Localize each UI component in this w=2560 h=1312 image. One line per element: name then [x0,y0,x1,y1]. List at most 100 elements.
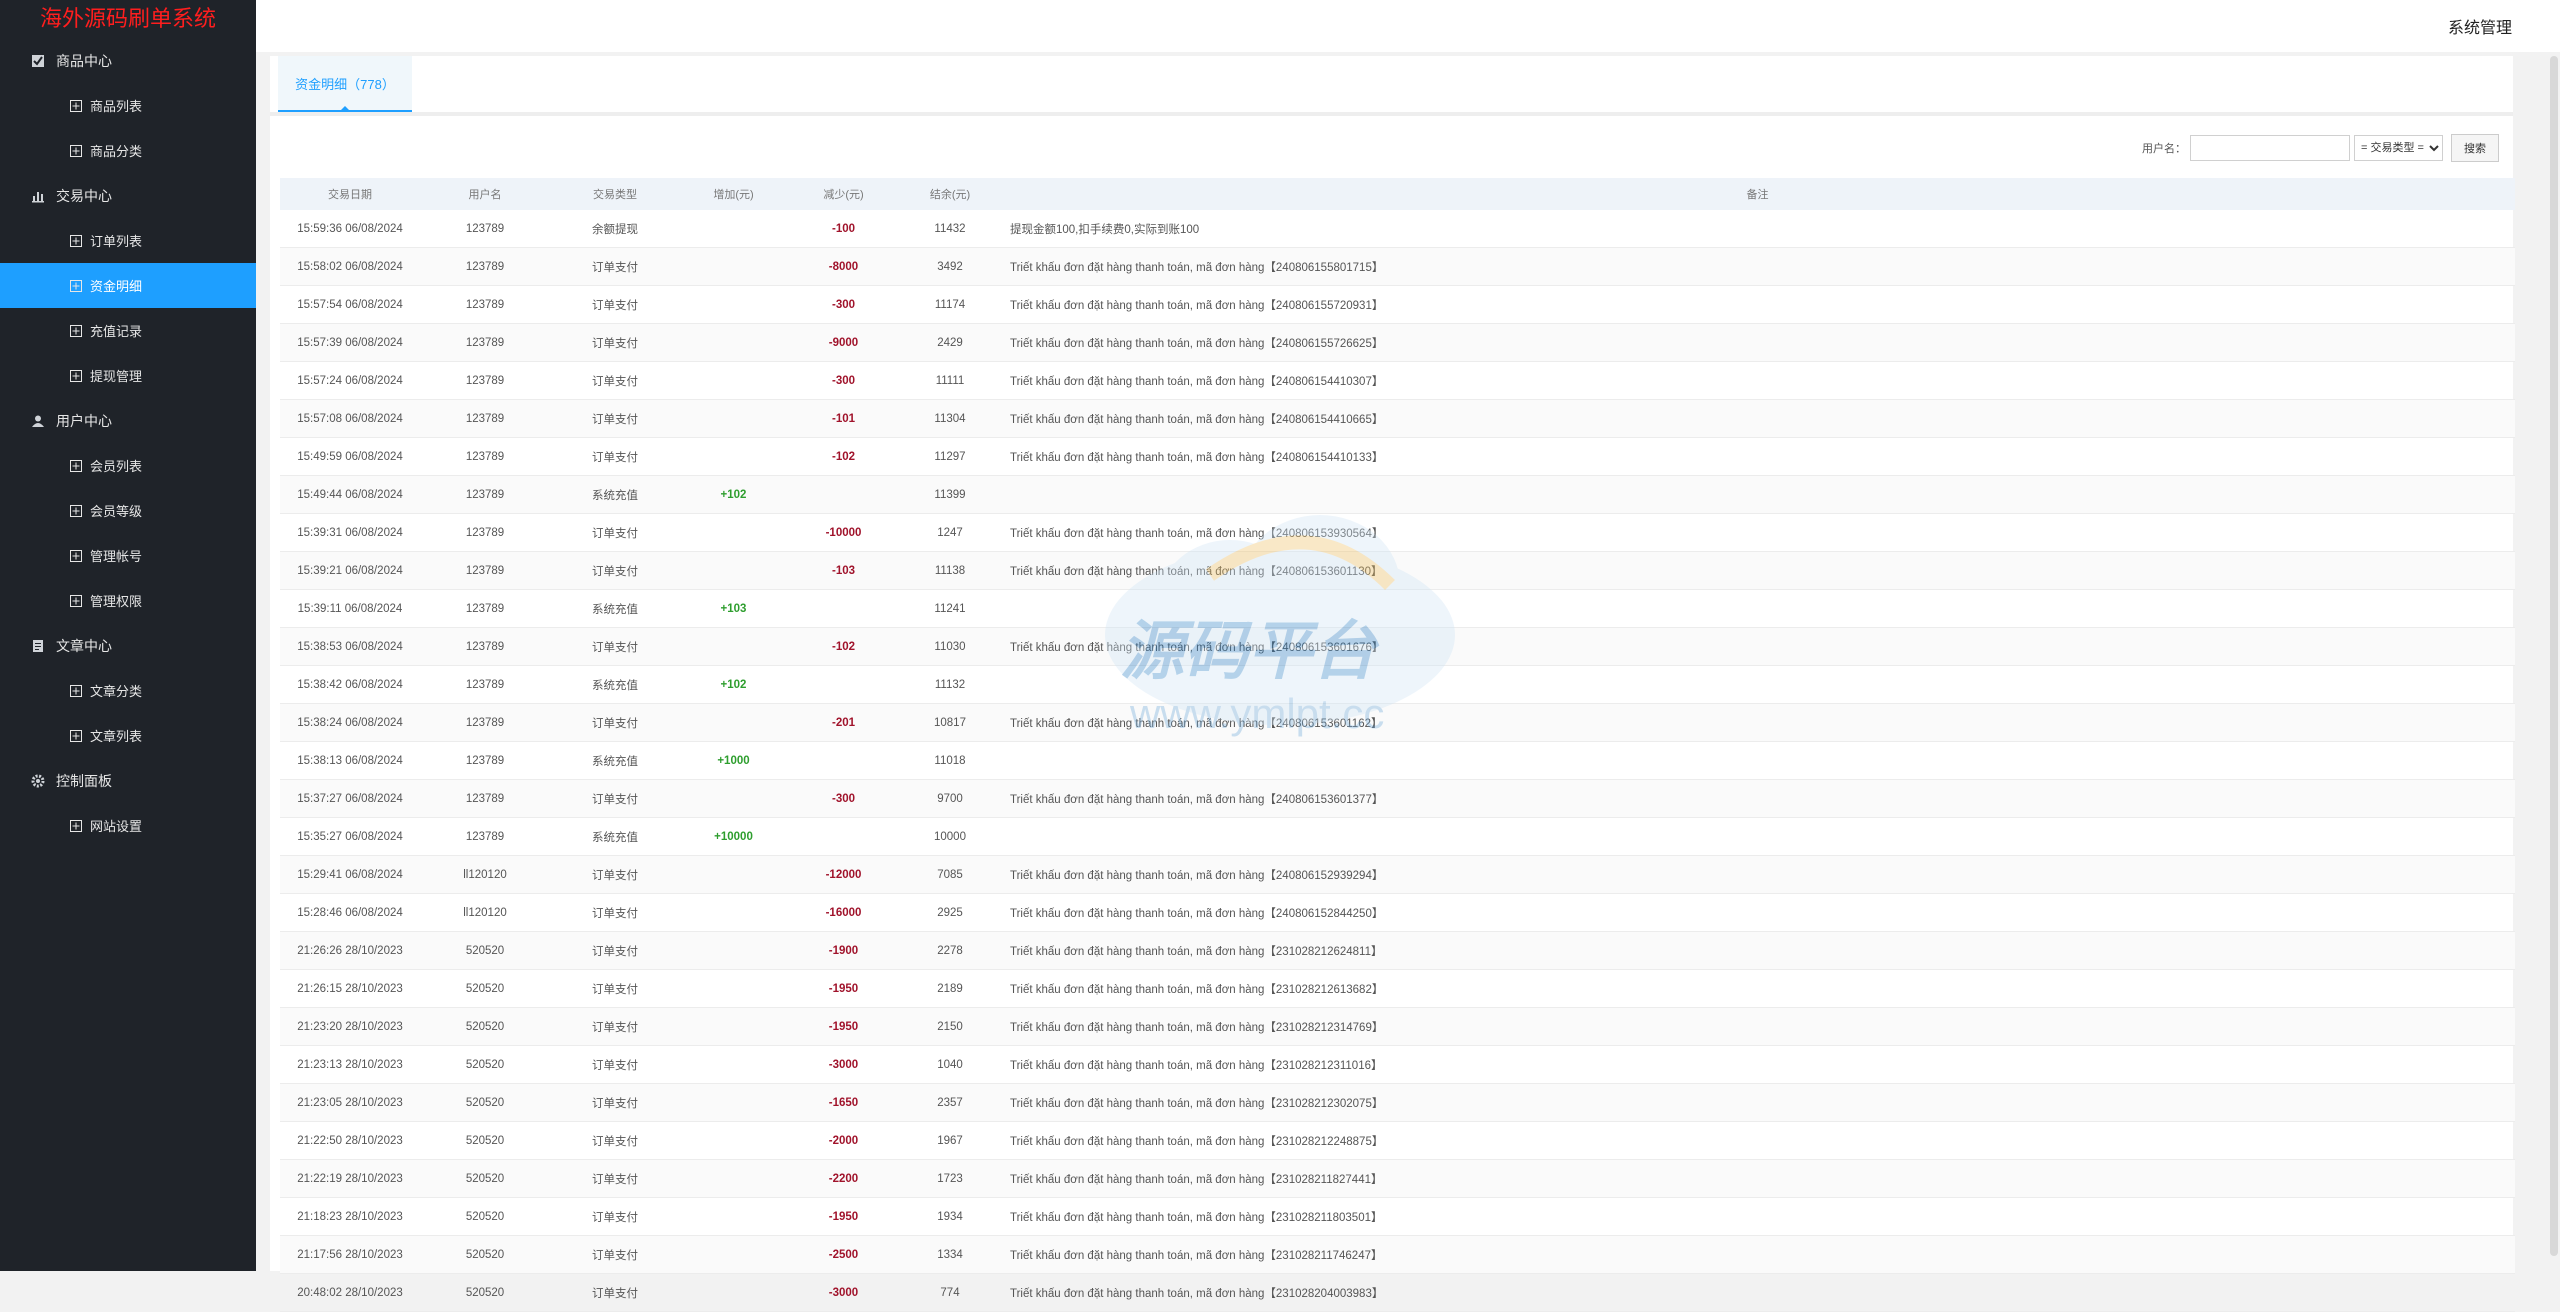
cell-balance: 1040 [937,1058,963,1071]
header-balance: 结余(元) [929,189,971,201]
cell-date: 15:59:36 06/08/2024 [297,222,403,235]
cell-increase: +102 [720,678,747,691]
cell-date: 21:22:19 28/10/2023 [297,1172,403,1185]
tab-fund-details[interactable]: 资金明细（778） [278,56,412,112]
cell-username: 123789 [465,640,505,653]
username-input[interactable] [2190,135,2350,161]
cell-username: 123789 [465,526,505,539]
cell-note: Triết khấu đơn đặt hàng thanh toán, mã đ… [1010,717,1383,730]
cell-balance: 2429 [937,336,963,349]
cell-decrease: -1950 [828,1210,859,1223]
cell-username: 123789 [465,374,505,387]
cell-decrease: -201 [831,716,856,729]
cell-balance: 9700 [937,792,963,805]
sidebar-item-label: 提现管理 [90,369,143,384]
sidebar-section-0[interactable]: 商品中心 [0,38,256,83]
cell-type: 订单支付 [592,793,638,806]
cell-date: 21:23:20 28/10/2023 [297,1020,403,1033]
cell-balance: 1247 [937,526,963,539]
cell-decrease: -16000 [825,906,862,919]
page-scrollbar[interactable] [2548,52,2560,1271]
sidebar-item-4-0[interactable]: 网站设置 [0,803,256,848]
cell-type: 订单支付 [592,413,638,426]
cell-date: 21:26:15 28/10/2023 [297,982,403,995]
sidebar-item-1-3[interactable]: 提现管理 [0,353,256,398]
cell-balance: 2150 [937,1020,963,1033]
cell-balance: 10000 [934,830,966,843]
sidebar-section-1[interactable]: 交易中心 [0,173,256,218]
plus-square-icon [70,279,82,292]
cell-type: 订单支付 [592,1287,638,1300]
cell-date: 15:49:59 06/08/2024 [297,450,403,463]
header-type: 交易类型 [593,189,637,201]
table-row: 15:49:59 06/08/2024 123789 订单支付 -102 11297 Tr… [280,438,2515,476]
header-note: 备注 [1746,189,1769,201]
cell-type: 订单支付 [592,1173,638,1186]
cell-username: 123789 [465,222,505,235]
cell-type: 系统充值 [592,603,638,616]
sidebar-item-2-0[interactable]: 会员列表 [0,443,256,488]
cell-decrease: -1950 [828,1020,859,1033]
cell-type: 订单支付 [592,641,638,654]
cell-note: Triết khấu đơn đặt hàng thanh toán, mã đ… [1010,337,1384,350]
cell-type: 订单支付 [592,1211,638,1224]
sidebar-item-2-2[interactable]: 管理帐号 [0,533,256,578]
top-header: 系统管理 [256,0,2560,52]
sidebar-section-2[interactable]: 用户中心 [0,398,256,443]
cell-username: 123789 [465,564,505,577]
sidebar-item-2-3[interactable]: 管理权限 [0,578,256,623]
table-header: 交易日期 用户名 交易类型 增加(元) 减少(元) 结余(元) 备注 [280,178,2515,210]
cell-decrease: -300 [831,792,856,805]
tab-caret-icon [340,106,350,111]
transactions-table: 交易日期 用户名 交易类型 增加(元) 减少(元) 结余(元) 备注 15:59:36 06… [280,178,2515,1312]
sidebar-item-0-1[interactable]: 商品分类 [0,128,256,173]
sidebar-item-1-0[interactable]: 订单列表 [0,218,256,263]
cell-type: 订单支付 [592,299,638,312]
username-label: 用户名： [2142,143,2186,155]
sidebar-section-label: 交易中心 [56,187,112,204]
plus-square-icon [70,234,82,247]
cell-decrease: -102 [831,640,856,653]
cell-balance: 1934 [937,1210,963,1223]
cell-type: 订单支付 [592,945,638,958]
sidebar-item-1-1[interactable]: 资金明细 [0,263,256,308]
sidebar-item-label: 管理帐号 [90,549,143,564]
cell-note: Triết khấu đơn đặt hàng thanh toán, mã đ… [1010,527,1384,540]
sidebar-section-label: 文章中心 [56,637,112,654]
cell-balance: 11174 [934,298,966,311]
table-row: 15:39:31 06/08/2024 123789 订单支付 -10000 1247 T… [280,514,2515,552]
sidebar-item-3-0[interactable]: 文章分类 [0,668,256,713]
cell-type: 系统充值 [592,679,638,692]
sidebar-item-3-1[interactable]: 文章列表 [0,713,256,758]
sidebar-section-3[interactable]: 文章中心 [0,623,256,668]
sidebar-item-label: 文章列表 [90,729,143,744]
cell-balance: 1334 [937,1248,963,1261]
table-row: 15:37:27 06/08/2024 123789 订单支付 -300 9700 Tri… [280,780,2515,818]
search-button[interactable]: 搜索 [2451,134,2499,162]
system-admin-link[interactable]: 系统管理 [2448,14,2512,38]
table-row: 20:48:02 28/10/2023 520520 订单支付 -3000 774 Tri… [280,1274,2515,1312]
cell-username: 520520 [465,1248,505,1261]
header-username: 用户名 [468,189,502,201]
cell-decrease: -3000 [828,1286,859,1299]
transaction-type-select[interactable]: = 交易类型 = [2354,135,2443,161]
cell-date: 15:38:24 06/08/2024 [297,716,403,729]
cell-note: Triết khấu đơn đặt hàng thanh toán, mã đ… [1010,1287,1384,1300]
cell-type: 订单支付 [592,869,638,882]
cell-date: 15:57:39 06/08/2024 [297,336,403,349]
cell-note: Triết khấu đơn đặt hàng thanh toán, mã đ… [1010,413,1384,426]
cell-type: 订单支付 [592,261,638,274]
cell-note: Triết khấu đơn đặt hàng thanh toán, mã đ… [1010,793,1384,806]
sidebar-section-4[interactable]: 控制面板 [0,758,256,803]
scrollbar-thumb[interactable] [2550,56,2558,1256]
table-row: 21:23:05 28/10/2023 520520 订单支付 -1650 2357 Tr… [280,1084,2515,1122]
sidebar-item-2-1[interactable]: 会员等级 [0,488,256,533]
cell-note: Triết khấu đơn đặt hàng thanh toán, mã đ… [1010,1097,1384,1110]
sidebar-item-1-2[interactable]: 充值记录 [0,308,256,353]
table-body: 15:59:36 06/08/2024 123789 余额提现 -100 11432 提现… [280,210,2515,1312]
sidebar-item-0-0[interactable]: 商品列表 [0,83,256,128]
cell-balance: 10817 [934,716,966,729]
cell-username: 123789 [465,830,505,843]
cell-username: 123789 [465,298,505,311]
cell-increase: +1000 [717,754,750,767]
